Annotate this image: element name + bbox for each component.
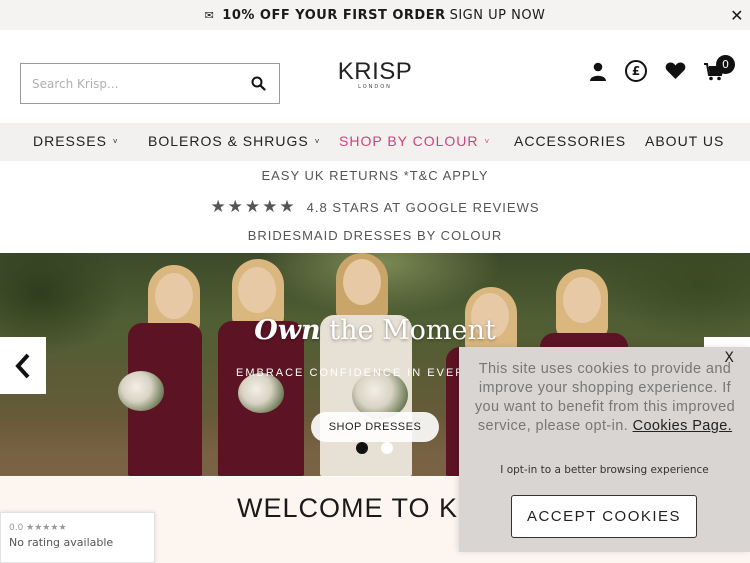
wishlist-heart-icon[interactable]	[665, 62, 686, 80]
search-box[interactable]	[20, 63, 280, 104]
nav-label: BOLEROS & SHRUGS	[148, 133, 309, 149]
search-input[interactable]	[21, 64, 241, 103]
currency-icon[interactable]: £	[625, 60, 647, 82]
nav-item-dresses[interactable]: DRESSES ˅	[33, 133, 119, 149]
cookies-page-link[interactable]: Cookies Page.	[633, 418, 733, 434]
nav-label: ACCESSORIES	[514, 133, 627, 149]
rating-status: No rating available	[9, 536, 114, 549]
cart-icon[interactable]: 0	[704, 54, 735, 81]
currency-symbol: £	[625, 60, 647, 82]
account-icon[interactable]	[589, 62, 607, 81]
welcome-heading: WELCOME TO KR	[237, 493, 479, 523]
cookie-message: This site uses cookies to provide and im…	[473, 360, 737, 436]
chevron-down-icon: ˅	[484, 137, 491, 146]
slider-dot-2[interactable]	[381, 442, 393, 454]
accept-cookies-button[interactable]: ACCEPT COOKIES	[511, 495, 697, 538]
slider-dot-1[interactable]	[356, 442, 368, 454]
shop-dresses-button[interactable]: SHOP DRESSES	[311, 412, 439, 442]
nav-label: SHOP BY COLOUR	[339, 133, 479, 149]
main-nav: DRESSES ˅ BOLEROS & SHRUGS ˅ SHOP BY COLOU…	[0, 123, 750, 161]
nav-item-accessories[interactable]: ACCESSORIES	[514, 133, 626, 149]
promo-signup[interactable]: SIGN UP NOW	[450, 8, 546, 23]
mail-icon: ✉	[204, 8, 215, 22]
hero-title-emphasis: Own	[254, 315, 321, 346]
cart-count-badge: 0	[716, 54, 735, 74]
nav-label: ABOUT US	[645, 133, 725, 149]
usp-returns[interactable]: EASY UK RETURNS *T&C APPLY	[0, 168, 750, 183]
logo-text: KRISP	[337, 58, 413, 85]
rating-score: 0.0 ★★★★★	[9, 523, 67, 533]
chevron-down-icon: ˅	[112, 137, 119, 146]
nav-label: DRESSES	[33, 133, 107, 149]
cookie-optin-text: I opt-in to a better browsing experience	[500, 464, 709, 476]
close-promo-icon[interactable]: ✕	[730, 6, 744, 25]
usp-bridesmaid[interactable]: BRIDESMAID DRESSES BY COLOUR	[0, 228, 750, 243]
promo-bar[interactable]: ✉ 10% OFF YOUR FIRST ORDER SIGN UP NOW ✕	[0, 0, 750, 30]
nav-item-shop-by-colour[interactable]: SHOP BY COLOUR ˅	[339, 133, 490, 149]
hero-title: Own the Moment	[0, 315, 750, 346]
header-icons: £ 0	[571, 54, 735, 82]
reviews-text: 4.8 STARS AT GOOGLE REVIEWS	[306, 200, 540, 215]
promo-offer: 10% OFF YOUR FIRST ORDER	[222, 7, 446, 23]
nav-item-about-us[interactable]: ABOUT US	[645, 133, 724, 149]
cookie-consent-panel: X This site uses cookies to provide and …	[459, 347, 750, 552]
rating-widget[interactable]: 0.0 ★★★★★ No rating available	[0, 512, 155, 563]
chevron-down-icon: ˅	[314, 137, 321, 146]
site-logo[interactable]: KRISP LONDON	[326, 58, 424, 90]
nav-item-boleros-shrugs[interactable]: BOLEROS & SHRUGS ˅	[148, 133, 320, 149]
hero-title-rest: the Moment	[320, 315, 496, 346]
star-rating-icon: ★★★★★	[210, 197, 297, 216]
usp-reviews[interactable]: ★★★★★ 4.8 STARS AT GOOGLE REVIEWS	[0, 197, 750, 217]
slider-prev-arrow-icon[interactable]	[0, 337, 46, 394]
search-icon[interactable]	[251, 76, 266, 95]
